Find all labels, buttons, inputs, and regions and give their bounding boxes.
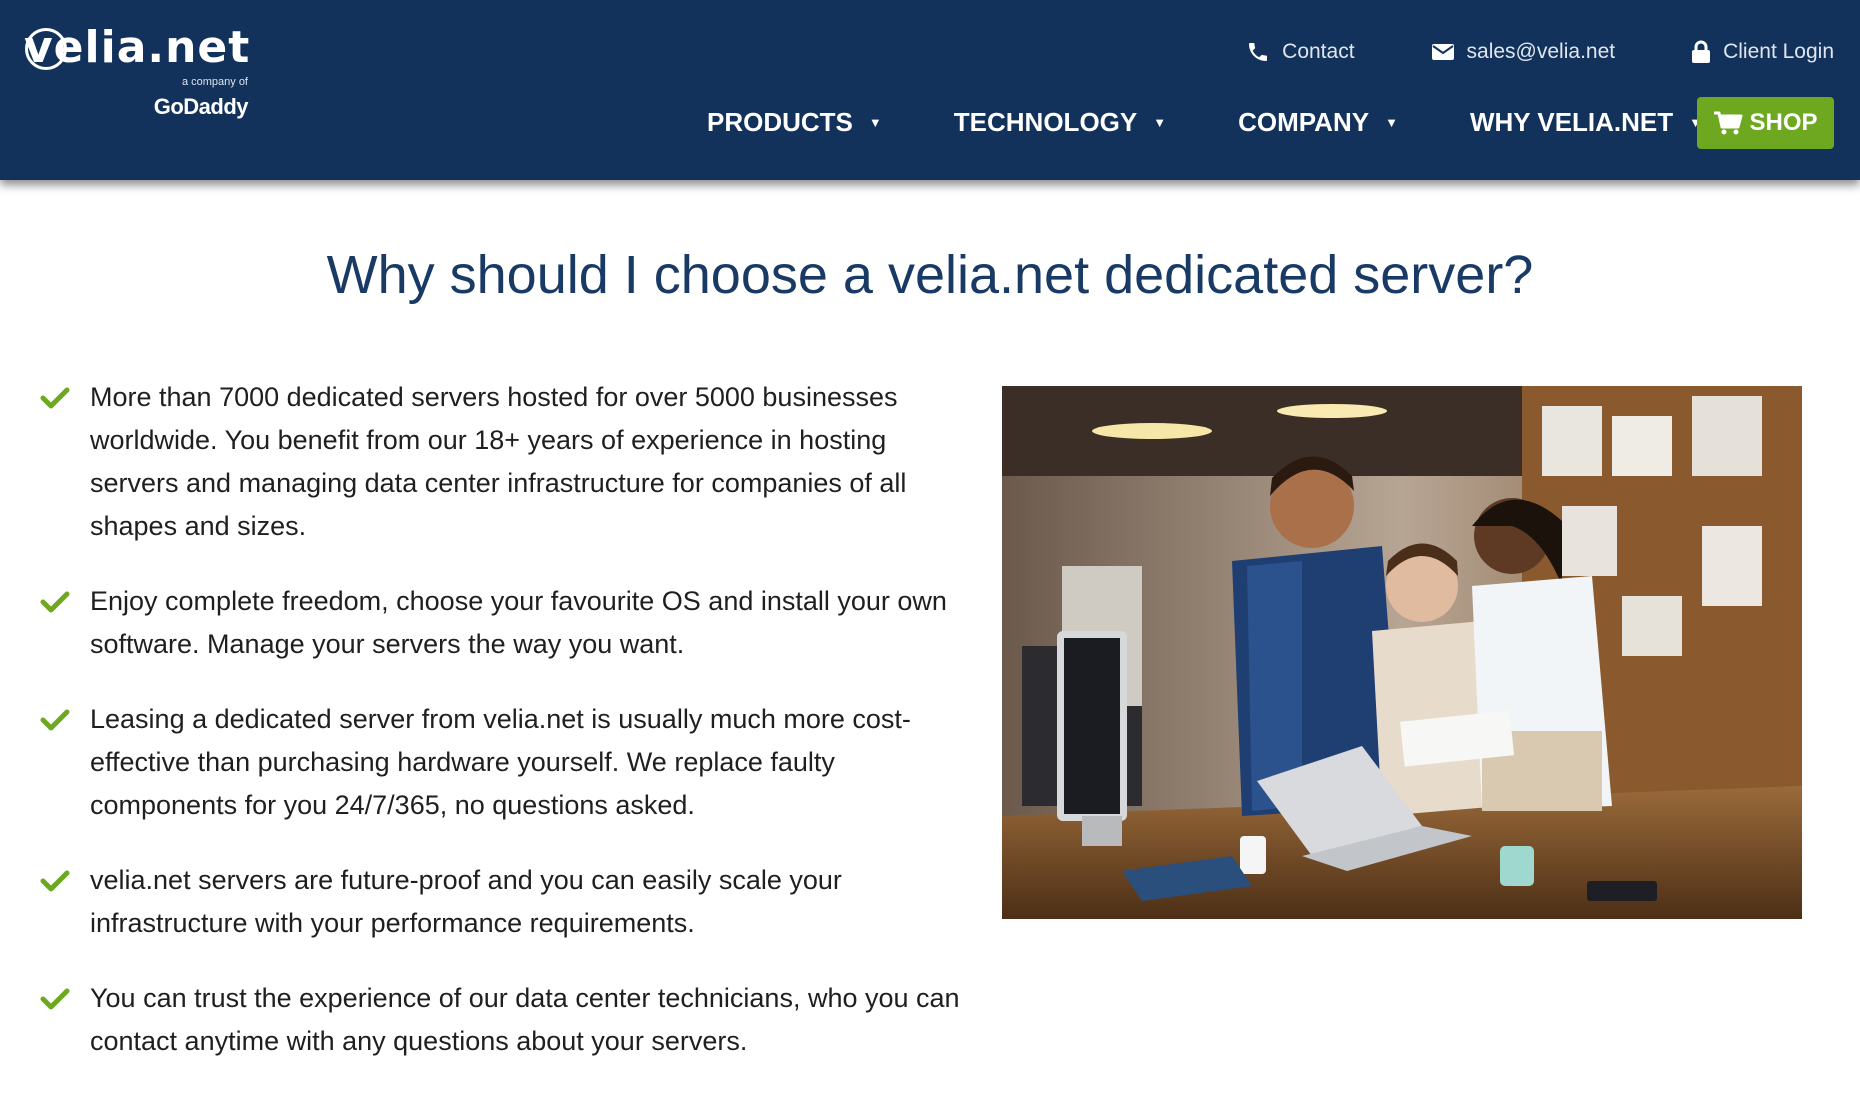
- email-link[interactable]: sales@velia.net: [1431, 40, 1616, 64]
- nav-technology-label: TECHNOLOGY: [953, 106, 1138, 137]
- checkmark-icon: [40, 591, 70, 613]
- feature-text: More than 7000 dedicated servers hosted …: [90, 382, 907, 541]
- client-login-link[interactable]: Client Login: [1691, 40, 1834, 64]
- list-item: More than 7000 dedicated servers hosted …: [40, 376, 960, 548]
- lock-icon: [1692, 40, 1711, 63]
- office-team-image: [1002, 386, 1802, 919]
- feature-text: velia.net servers are future-proof and y…: [90, 865, 842, 938]
- velia-logo[interactable]: velia.net a company of GoDaddy: [24, 22, 264, 132]
- list-item: Leasing a dedicated server from velia.ne…: [40, 698, 960, 827]
- caret-down-icon: ▼: [1153, 114, 1167, 130]
- checkmark-icon: [40, 988, 70, 1010]
- list-item: Enjoy complete freedom, choose your favo…: [40, 580, 960, 666]
- nav-products-label: PRODUCTS: [707, 106, 853, 137]
- feature-text: You can trust the experience of our data…: [90, 983, 960, 1056]
- caret-down-icon: ▼: [1385, 114, 1398, 130]
- feature-text: Leasing a dedicated server from velia.ne…: [90, 704, 911, 820]
- client-login-label: Client Login: [1723, 40, 1834, 63]
- godaddy-logo: GoDaddy: [153, 94, 249, 119]
- nav-company[interactable]: COMPANY ▼: [1238, 107, 1398, 138]
- list-item: velia.net servers are future-proof and y…: [40, 859, 960, 945]
- contact-link[interactable]: Contact: [1246, 40, 1355, 64]
- cart-icon: [1714, 111, 1743, 135]
- utility-bar: Contact sales@velia.net Client Login: [1246, 34, 1834, 70]
- logo-wordmark: velia.net: [24, 22, 251, 73]
- shop-button[interactable]: SHOP: [1697, 97, 1834, 149]
- nav-why-velia-label: WHY VELIA.NET: [1469, 106, 1674, 137]
- list-item: You can trust the experience of our data…: [40, 977, 960, 1063]
- checkmark-icon: [40, 709, 70, 731]
- nav-technology[interactable]: TECHNOLOGY ▼: [954, 107, 1166, 138]
- team-photo: [1002, 386, 1802, 919]
- contact-label: Contact: [1282, 40, 1355, 63]
- envelope-icon: [1431, 44, 1454, 60]
- nav-products[interactable]: PRODUCTS ▼: [707, 107, 882, 138]
- site-header: velia.net a company of GoDaddy Contact s…: [0, 0, 1860, 180]
- page-title: Why should I choose a velia.net dedicate…: [326, 245, 1534, 305]
- feature-text: Enjoy complete freedom, choose your favo…: [90, 586, 947, 659]
- caret-down-icon: ▼: [868, 114, 882, 130]
- email-label: sales@velia.net: [1466, 40, 1616, 63]
- nav-company-label: COMPANY: [1238, 106, 1370, 137]
- checkmark-icon: [40, 387, 70, 409]
- shop-label: SHOP: [1749, 109, 1818, 136]
- main-nav: PRODUCTS ▼ TECHNOLOGY ▼ COMPANY ▼ WHY VE…: [707, 96, 1774, 148]
- feature-list: More than 7000 dedicated servers hosted …: [40, 376, 960, 1095]
- logo-tagline: a company of: [181, 76, 248, 88]
- checkmark-icon: [40, 870, 70, 892]
- nav-why-velia[interactable]: WHY VELIA.NET ▼: [1470, 107, 1702, 138]
- phone-icon: [1249, 43, 1268, 61]
